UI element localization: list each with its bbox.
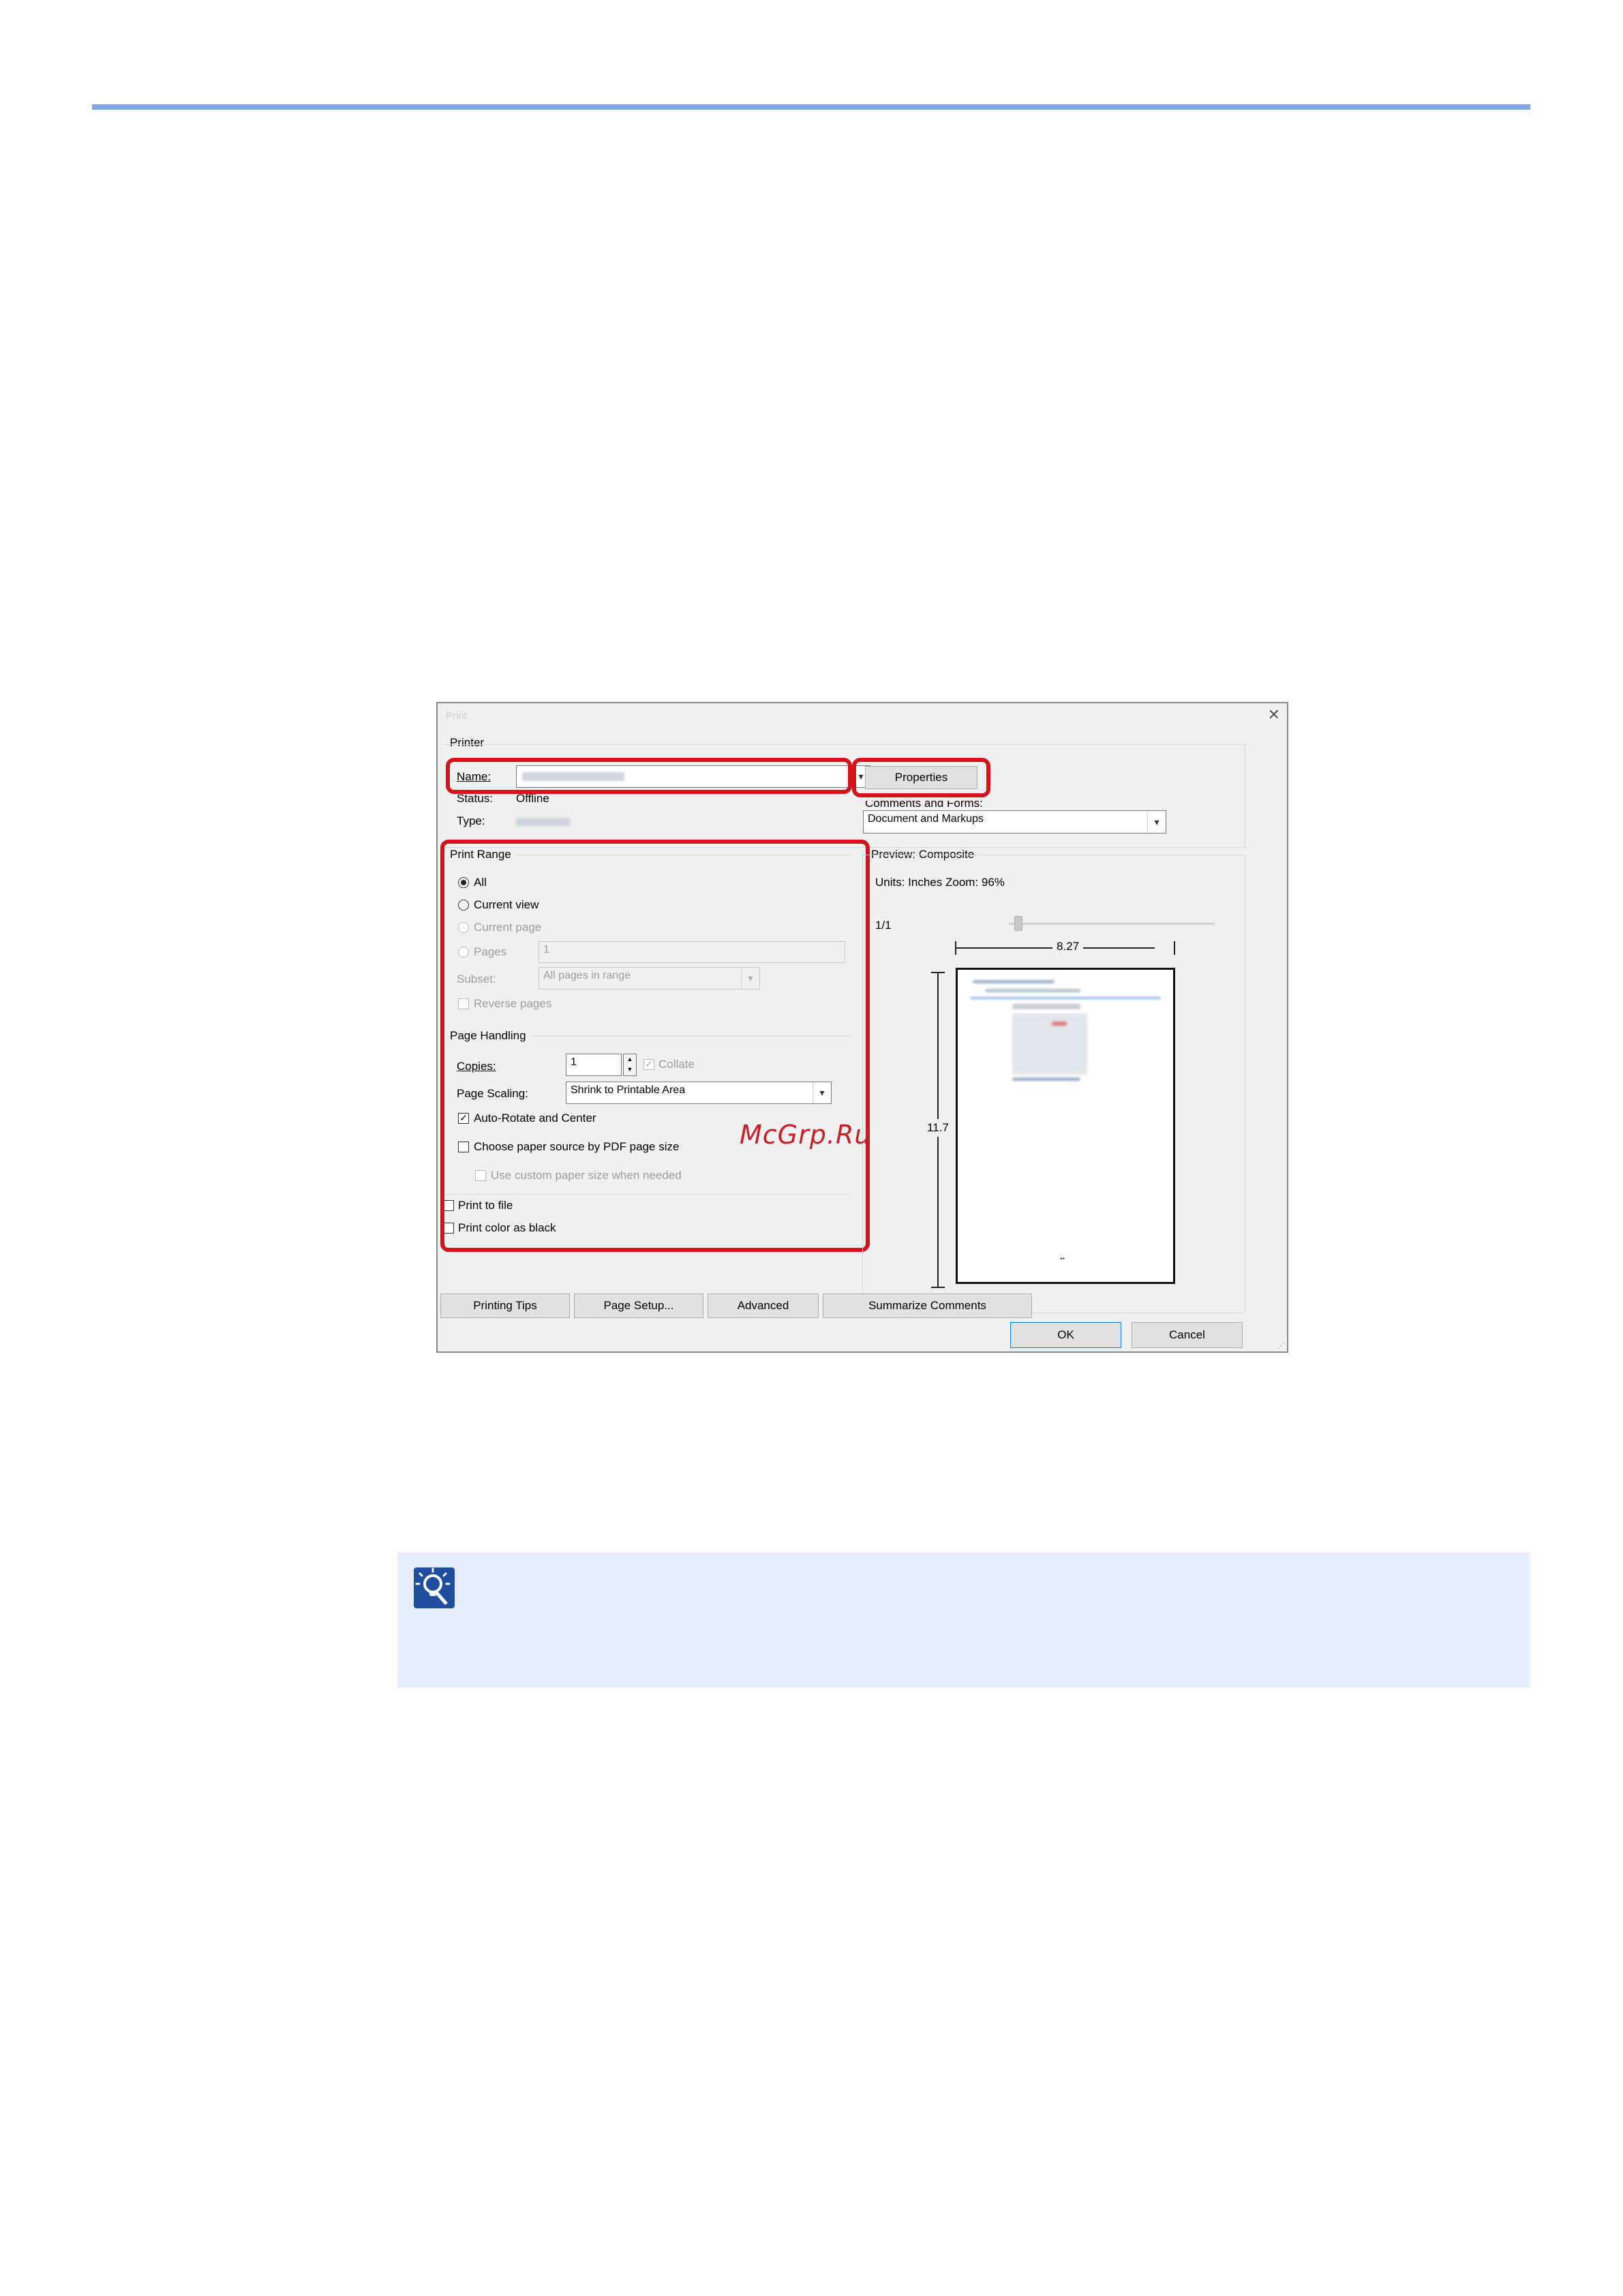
height-tick-top [931, 972, 945, 973]
type-label: Type: [457, 814, 485, 827]
height-tick-bottom [931, 1287, 945, 1288]
top-rule [92, 104, 1530, 110]
units-zoom-label: Units: Inches Zoom: 96% [875, 876, 1005, 889]
note-box [397, 1552, 1530, 1687]
height-label: 11.7 [927, 1119, 949, 1137]
page-slider-track[interactable] [1009, 923, 1215, 925]
status-label: Status: [457, 792, 493, 805]
dialog-title: Print [446, 710, 467, 722]
ok-button[interactable]: OK [1010, 1322, 1121, 1348]
comments-forms-select[interactable]: Document and Markups ▾ [863, 810, 1166, 833]
highlight-print-options [440, 840, 870, 1252]
watermark: McGrp.Ru [740, 1120, 872, 1150]
preview-blur-thumbnail [1012, 1013, 1087, 1075]
preview-blur-line [1012, 1077, 1080, 1081]
page-counter: 1/1 [875, 919, 892, 932]
width-tick-right [1174, 941, 1175, 955]
print-dialog: Print ✕ Printer Name: ▾ Properties Statu… [436, 702, 1288, 1353]
preview-blur-mark [1052, 1022, 1067, 1026]
preview-footer-mark: ▪▪ [1060, 1255, 1065, 1263]
highlight-printer-name [446, 758, 852, 794]
summarize-comments-button[interactable]: Summarize Comments [823, 1294, 1032, 1318]
cancel-button[interactable]: Cancel [1132, 1322, 1243, 1348]
preview-blur-line [973, 980, 1055, 983]
resize-grip-icon[interactable]: ⋰ [1277, 1341, 1285, 1350]
preview-blur-line [985, 989, 1080, 992]
preview-page: ▪▪ [956, 968, 1175, 1284]
close-icon[interactable]: ✕ [1268, 706, 1280, 724]
chevron-down-icon: ▾ [1147, 811, 1166, 833]
width-label: 8.27 [1052, 940, 1084, 953]
page-slider-handle[interactable] [1014, 916, 1022, 931]
advanced-button[interactable]: Advanced [708, 1294, 819, 1318]
lightbulb-icon [414, 1567, 455, 1608]
preview-blur-line [1012, 1004, 1080, 1009]
width-tick-left [955, 941, 956, 955]
page-setup-button[interactable]: Page Setup... [574, 1294, 703, 1318]
status-value: Offline [516, 792, 549, 805]
type-value-blurred [516, 818, 571, 826]
printing-tips-button[interactable]: Printing Tips [440, 1294, 570, 1318]
preview-blur-line [970, 997, 1161, 999]
highlight-properties [852, 758, 990, 797]
